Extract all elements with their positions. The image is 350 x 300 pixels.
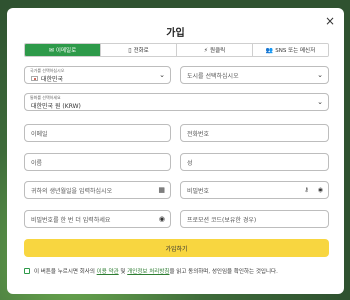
chevron-down-icon: ⌄ <box>317 71 323 79</box>
lightning-icon: ⚡ <box>203 46 209 54</box>
birthdate-placeholder: 귀하의 생년월일을 입력하십시오 <box>31 187 113 195</box>
password-repeat-placeholder: 비밀번호를 한 번 더 입력하세요 <box>31 216 111 224</box>
currency-select-label: 통화를 선택하세요 <box>30 95 61 100</box>
currency-value: 대한민국 원 (KRW) <box>31 102 81 110</box>
city-select[interactable]: 도시를 선택하십시오 ⌄ <box>180 66 329 84</box>
phone-icon: ▯ <box>128 46 132 54</box>
calendar-icon[interactable]: ▦ <box>158 186 165 194</box>
modal-title: 가입 <box>166 28 185 39</box>
last-name-field[interactable]: 성 <box>180 153 329 171</box>
tab-label: 전화로 <box>133 48 149 54</box>
birthdate-field[interactable]: 귀하의 생년월일을 입력하십시오 ▦ <box>24 181 171 199</box>
users-icon: 👥 <box>265 46 274 54</box>
signup-method-tabs: ✉ 이메일로 ▯ 전화로 ⚡ 원클릭 👥 SNS 또는 메신저 <box>24 43 329 57</box>
tab-label: 이메일로 <box>55 48 77 54</box>
terms-link[interactable]: 이용 약관 <box>97 269 119 275</box>
phone-placeholder: 전화번호 <box>187 130 210 138</box>
email-placeholder: 이메일 <box>31 130 48 138</box>
city-placeholder: 도시를 선택하십시오 <box>187 72 239 80</box>
signup-modal: 가입 × ✉ 이메일로 ▯ 전화로 ⚡ 원클릭 👥 SNS 또는 메신저 국가를… <box>7 8 344 294</box>
promo-placeholder: 프로모션 코드(보유한 경우) <box>187 216 257 224</box>
tab-email[interactable]: ✉ 이메일로 <box>25 44 101 56</box>
email-icon: ✉ <box>48 46 54 54</box>
close-icon[interactable]: × <box>325 15 335 27</box>
password-placeholder: 비밀번호 <box>187 187 210 195</box>
south-korea-flag-icon <box>31 75 38 81</box>
phone-field[interactable]: 전화번호 <box>180 124 329 142</box>
last-name-placeholder: 성 <box>187 159 193 167</box>
password-field[interactable]: 비밀번호 ⚷ ◉ <box>180 181 329 199</box>
currency-select[interactable]: 통화를 선택하세요 대한민국 원 (KRW) ⌄ <box>24 93 329 111</box>
tab-one-click[interactable]: ⚡ 원클릭 <box>177 44 253 56</box>
first-name-placeholder: 이름 <box>31 159 43 167</box>
chevron-down-icon: ⌄ <box>317 98 323 106</box>
privacy-link[interactable]: 개인정보 처리방침 <box>127 269 169 275</box>
password-repeat-field[interactable]: 비밀번호를 한 번 더 입력하세요 ◉ <box>24 210 171 228</box>
signup-button[interactable]: 가입하기 <box>24 239 329 257</box>
eye-icon[interactable]: ◉ <box>318 187 323 194</box>
agree-prefix: 이 버튼을 누르시면 회사의 <box>34 269 95 275</box>
first-name-field[interactable]: 이름 <box>24 153 171 171</box>
chevron-down-icon: ⌄ <box>159 71 165 79</box>
email-field[interactable]: 이메일 <box>24 124 171 142</box>
agree-mid: 및 <box>120 269 126 275</box>
eye-icon[interactable]: ◉ <box>159 215 165 223</box>
tab-label: 원클릭 <box>210 48 226 54</box>
key-icon[interactable]: ⚷ <box>304 187 308 194</box>
country-value: 대한민국 <box>41 75 64 83</box>
agree-checkbox[interactable] <box>24 268 30 274</box>
agree-suffix: 을 읽고 동의하며, 성인임을 확인하는 것입니다. <box>169 269 278 275</box>
tab-social[interactable]: 👥 SNS 또는 메신저 <box>253 44 328 56</box>
country-select-label: 국가를 선택하십시오 <box>30 68 65 73</box>
promo-code-field[interactable]: 프로모션 코드(보유한 경우) <box>180 210 329 228</box>
country-select[interactable]: 국가를 선택하십시오 대한민국 ⌄ <box>24 66 171 84</box>
tab-label: SNS 또는 메신저 <box>275 48 316 54</box>
agreement-row: 이 버튼을 누르시면 회사의 이용 약관 및 개인정보 처리방침을 읽고 동의하… <box>24 267 344 275</box>
tab-phone[interactable]: ▯ 전화로 <box>101 44 177 56</box>
